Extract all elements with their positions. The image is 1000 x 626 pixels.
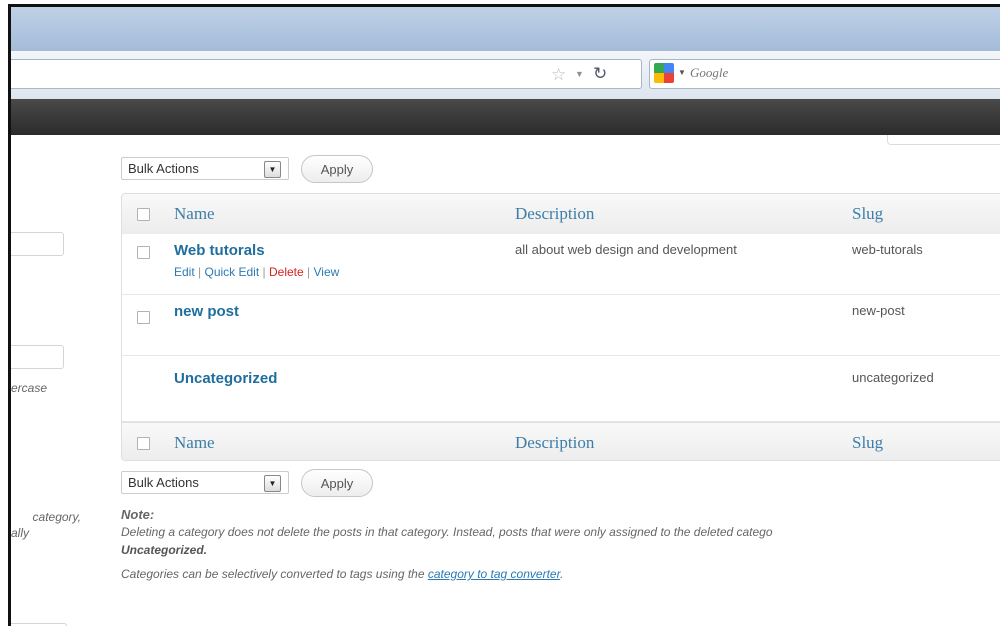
note-line-3-suffix: . [560,567,564,581]
bulk-actions-value: Bulk Actions [128,475,199,490]
bulk-actions-select-top[interactable]: Bulk Actions ▼ [121,157,289,180]
column-slug-header[interactable]: Slug [852,204,883,224]
category-name-link[interactable]: new post [174,303,239,320]
reload-icon[interactable]: ↻ [593,64,607,84]
separator: | [262,265,266,279]
category-name-input[interactable] [11,232,64,256]
note-text-line-2: Uncategorized. [121,543,208,557]
category-slug: web-tutorals [852,242,923,257]
categories-table: Name Description Slug Web tutorals all a… [121,193,1000,461]
select-all-checkbox-footer[interactable] [137,437,150,450]
footer-slug-header[interactable]: Slug [852,433,883,453]
delete-link[interactable]: Delete [269,265,304,279]
bulk-actions-select-bottom[interactable]: Bulk Actions ▼ [121,471,289,494]
select-all-checkbox[interactable] [137,208,150,221]
footer-name-header[interactable]: Name [174,433,215,453]
row-checkbox[interactable] [137,311,150,324]
table-row: new post new-post [122,295,1000,356]
slug-hint-text: ercase [11,381,48,395]
note-title: Note: [121,507,155,522]
quick-edit-link[interactable]: Quick Edit [205,265,260,279]
description-hint-text-2: ally [11,526,30,540]
bulk-actions-value: Bulk Actions [128,161,199,176]
category-slug: uncategorized [852,370,934,385]
admin-bar [11,99,1000,135]
category-slug: new-post [852,303,905,318]
table-row: Uncategorized uncategorized [122,356,1000,422]
browser-navigation-bar: ☆ ▼ ↻ ▼ Google [11,51,1000,100]
main-content: ercase category, ally Bulk Actions ▼ App… [11,135,1000,626]
search-placeholder: Google [690,65,729,80]
category-name-link[interactable]: Web tutorals [174,242,265,259]
engine-dropdown-icon[interactable]: ▼ [678,68,686,77]
bookmark-star-icon[interactable]: ☆ [551,65,566,85]
note-line-3-prefix: Categories can be selectively converted … [121,567,428,581]
chevron-down-icon: ▼ [264,475,281,492]
search-box[interactable]: ▼ Google [649,59,1000,89]
edit-link[interactable]: Edit [174,265,195,279]
chevron-down-icon: ▼ [264,161,281,178]
category-to-tag-converter-link[interactable]: category to tag converter [428,567,560,581]
history-dropdown-icon[interactable]: ▼ [575,69,584,79]
table-header: Name Description Slug [122,194,1000,235]
separator: | [307,265,311,279]
screen-options-tab[interactable] [887,135,1000,145]
separator: | [198,265,202,279]
category-name-link[interactable]: Uncategorized [174,370,277,387]
browser-title-bar [11,7,1000,51]
view-link[interactable]: View [314,265,340,279]
category-slug-input[interactable] [11,345,64,369]
row-actions: Edit | Quick Edit | Delete | View [174,265,339,279]
column-description-header[interactable]: Description [515,204,594,224]
note-text-line-1: Deleting a category does not delete the … [121,525,773,539]
note-text-line-3: Categories can be selectively converted … [121,567,563,581]
apply-button-bottom[interactable]: Apply [301,469,373,497]
footer-description-header[interactable]: Description [515,433,594,453]
column-name-header[interactable]: Name [174,204,215,224]
category-description: all about web design and development [515,242,737,257]
address-bar[interactable]: ☆ ▼ ↻ [11,59,642,89]
table-row: Web tutorals all about web design and de… [122,234,1000,295]
apply-button-top[interactable]: Apply [301,155,373,183]
google-engine-icon[interactable] [654,63,674,83]
row-checkbox[interactable] [137,246,150,259]
browser-window: ☆ ▼ ↻ ▼ Google ercase category, ally Bul… [8,4,1000,626]
description-hint-text-1: category, [32,510,81,524]
table-footer: Name Description Slug [122,422,1000,460]
